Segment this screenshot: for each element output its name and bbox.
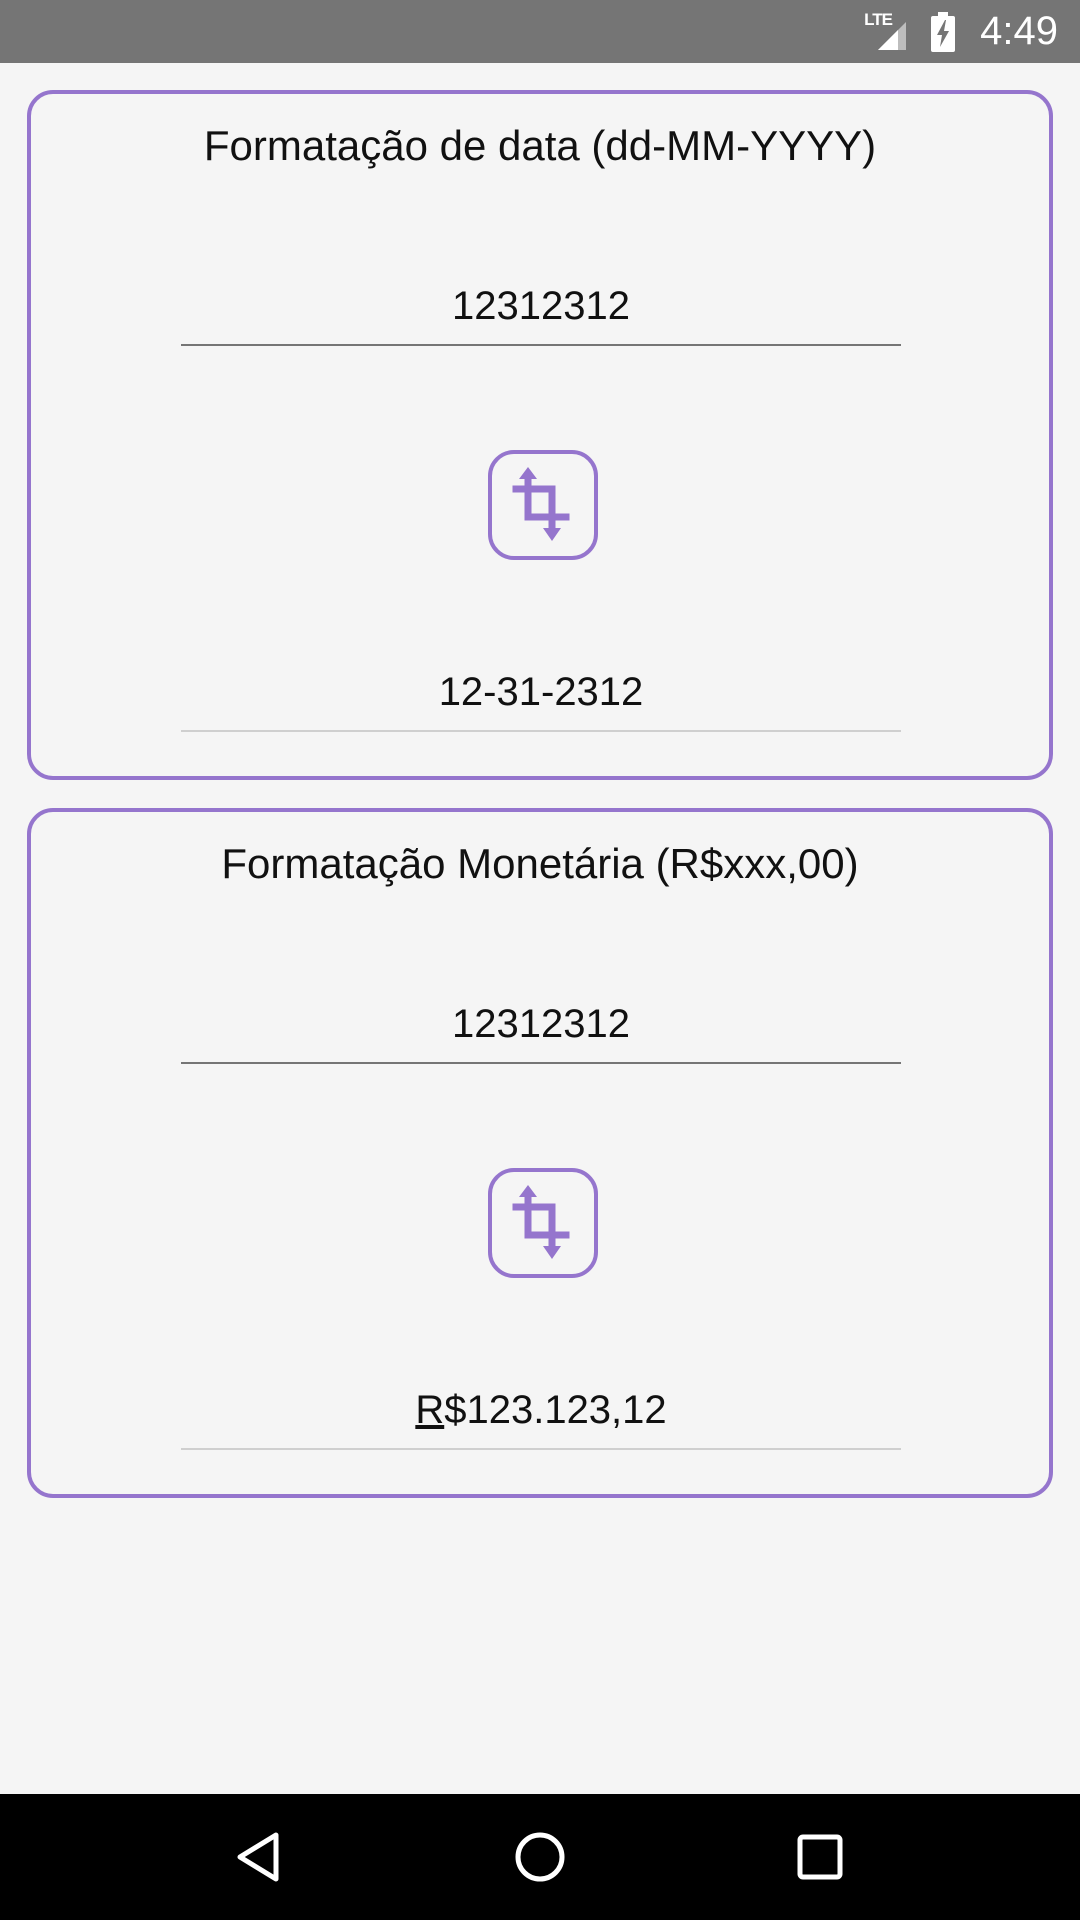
- date-input-field[interactable]: 12312312: [181, 276, 901, 346]
- money-format-card: Formatação Monetária (R$xxx,00) 12312312…: [27, 808, 1053, 1498]
- home-icon: [515, 1832, 565, 1882]
- recents-button[interactable]: [780, 1817, 860, 1897]
- crop-rotate-icon: [512, 467, 570, 541]
- money-output-currency-letter: R: [415, 1388, 445, 1432]
- home-button[interactable]: [500, 1817, 580, 1897]
- recents-icon: [797, 1834, 843, 1880]
- money-input-field[interactable]: 12312312: [181, 994, 901, 1064]
- back-icon: [237, 1832, 279, 1882]
- date-convert-button[interactable]: [488, 450, 598, 560]
- money-card-title: Formatação Monetária (R$xxx,00): [221, 840, 859, 887]
- money-output-value: $123.123,12: [444, 1388, 667, 1432]
- back-button[interactable]: [220, 1817, 300, 1897]
- money-convert-button[interactable]: [488, 1168, 598, 1278]
- navigation-bar: [0, 1794, 1080, 1920]
- lte-signal-icon: LTE: [864, 10, 912, 52]
- money-output-field: R$123.123,12: [181, 1380, 901, 1450]
- crop-rotate-icon: [512, 1185, 570, 1259]
- date-card-title: Formatação de data (dd-MM-YYYY): [203, 122, 877, 169]
- date-output-field: 12-31-2312: [181, 662, 901, 732]
- battery-charging-icon: [930, 11, 956, 52]
- status-bar: LTE 4:49: [0, 0, 1080, 63]
- clock: 4:49: [980, 9, 1058, 53]
- date-format-card: Formatação de data (dd-MM-YYYY) 12312312…: [27, 90, 1053, 780]
